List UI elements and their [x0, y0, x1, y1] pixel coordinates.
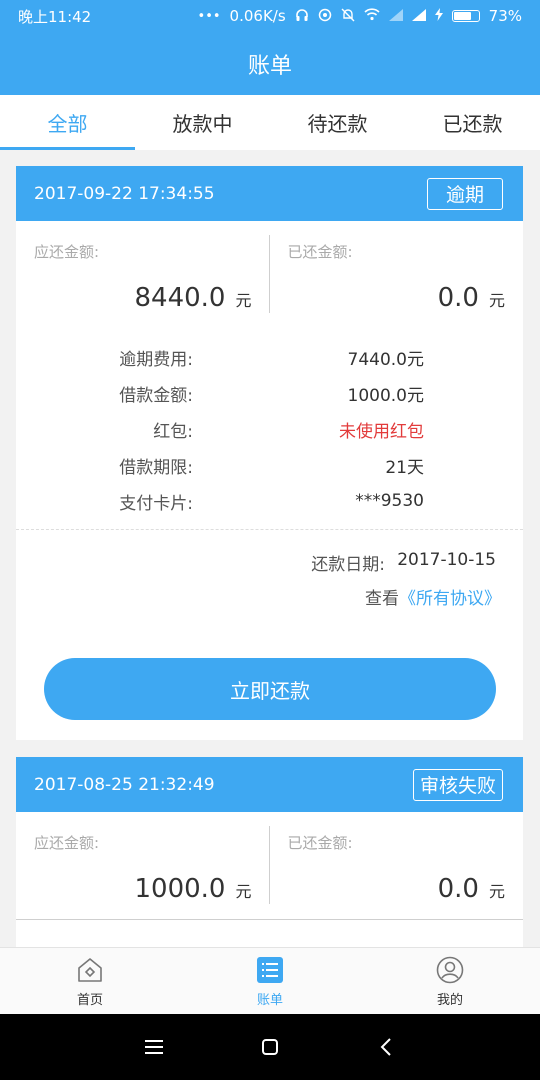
paid-amount-value: 0.0 [437, 283, 479, 313]
signal-icon-2 [411, 8, 426, 24]
tab-lending[interactable]: 放款中 [135, 95, 270, 150]
charging-icon [434, 8, 443, 24]
detail-row-payment-card: 支付卡片: ***9530 [119, 491, 424, 514]
home-icon [78, 958, 102, 982]
page-title: 账单 [247, 53, 292, 79]
bill-list-icon [257, 957, 283, 983]
headset-icon [295, 8, 309, 25]
agreements-link[interactable]: 《所有协议》 [399, 589, 501, 609]
detail-row-loan-amount: 借款金额: 1000.0元 [119, 385, 424, 406]
paid-amount-block: 已还金额: 0.0 元 [270, 812, 524, 919]
due-amount-block: 应还金额: 8440.0 元 [16, 221, 270, 331]
due-amount-label: 应还金额: [34, 243, 100, 261]
tab-pending-repay[interactable]: 待还款 [270, 95, 405, 150]
wifi-icon [364, 8, 380, 24]
bill-datetime: 2017-08-25 21:32:49 [34, 774, 215, 795]
status-badge: 审核失败 [412, 768, 503, 801]
mute-icon [341, 8, 355, 25]
bottom-nav: 首页 账单 我的 [0, 947, 540, 1015]
status-badge: 逾期 [427, 177, 503, 210]
bill-card-header: 2017-09-22 17:34:55 逾期 [16, 166, 523, 221]
paid-amount-block: 已还金额: 0.0 元 [270, 221, 524, 331]
nav-item-bills[interactable]: 账单 [180, 948, 360, 1015]
repay-now-button[interactable]: 立即还款 [44, 658, 496, 720]
bill-datetime: 2017-09-22 17:34:55 [34, 183, 215, 204]
status-time: 晚上11:42 [18, 7, 92, 26]
paid-amount-value: 0.0 [437, 874, 479, 904]
paid-amount-unit: 元 [488, 291, 505, 310]
bill-card: 2017-08-25 21:32:49 审核失败 应还金额: 1000.0 元 … [16, 757, 523, 947]
nav-label-bills: 账单 [256, 993, 283, 1008]
due-amount-unit: 元 [235, 291, 252, 310]
tab-repaid[interactable]: 已还款 [405, 95, 540, 150]
paid-amount-label: 已还金额: [287, 834, 353, 852]
paid-amount-label: 已还金额: [287, 243, 353, 261]
app-bar: 账单 [0, 32, 540, 95]
profile-icon [436, 956, 464, 984]
nav-item-profile[interactable]: 我的 [360, 948, 540, 1015]
notification-dots-icon: ••• [197, 8, 221, 24]
home-button-icon[interactable] [258, 1035, 282, 1059]
due-amount-block: 应还金额: 1000.0 元 [16, 812, 270, 919]
repay-info: 还款日期: 2017-10-15 查看《所有协议》 [16, 530, 523, 609]
detail-row-loan-term: 借款期限: 21天 [119, 457, 424, 478]
battery-percent: 73% [488, 7, 522, 25]
system-nav-bar [0, 1014, 540, 1080]
due-amount-value: 1000.0 [134, 874, 226, 904]
filter-tabs: 全部 放款中 待还款 已还款 [0, 95, 540, 150]
repay-date-value: 2017-10-15 [397, 550, 496, 570]
bill-card: 2017-09-22 17:34:55 逾期 应还金额: 8440.0 元 已还… [16, 166, 523, 740]
hotspot-icon [318, 8, 332, 25]
network-speed: 0.06K/s [229, 7, 286, 25]
repay-date-label: 还款日期: [311, 555, 385, 575]
tab-all[interactable]: 全部 [0, 95, 135, 150]
paid-amount-unit: 元 [488, 882, 505, 901]
menu-icon[interactable] [142, 1035, 166, 1059]
battery-icon [451, 10, 480, 22]
bill-amounts: 应还金额: 8440.0 元 已还金额: 0.0 元 [16, 221, 523, 331]
bill-amounts: 应还金额: 1000.0 元 已还金额: 0.0 元 [16, 812, 523, 920]
back-icon[interactable] [374, 1035, 398, 1059]
nav-item-home[interactable]: 首页 [0, 948, 180, 1015]
due-amount-unit: 元 [235, 882, 252, 901]
bill-details: 逾期费用: 7440.0元 借款金额: 1000.0元 红包: 未使用红包 借款… [16, 331, 523, 529]
signal-icon-1 [388, 8, 403, 24]
bill-card-header: 2017-08-25 21:32:49 审核失败 [16, 757, 523, 812]
detail-row-red-packet: 红包: 未使用红包 [153, 421, 424, 442]
detail-row-overdue-fee: 逾期费用: 7440.0元 [119, 349, 424, 370]
agreement-prefix: 查看 [365, 589, 399, 609]
nav-label-home: 首页 [76, 993, 103, 1008]
status-bar: 晚上11:42 ••• 0.06K/s 73% [0, 0, 540, 32]
due-amount-label: 应还金额: [34, 834, 100, 852]
due-amount-value: 8440.0 [134, 283, 226, 313]
nav-label-profile: 我的 [436, 993, 463, 1008]
